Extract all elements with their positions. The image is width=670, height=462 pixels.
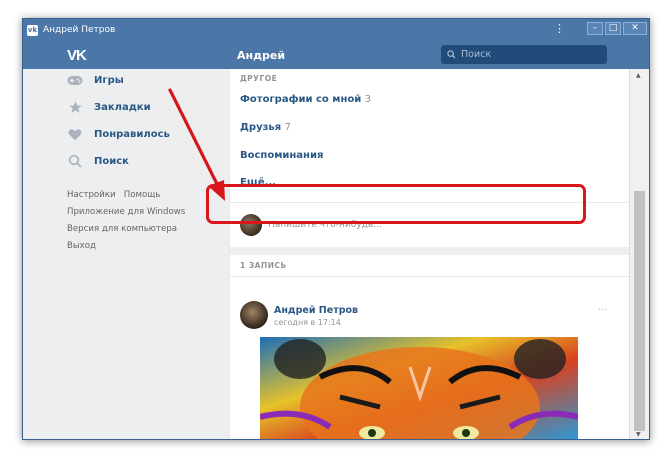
- sidebar-item-label: Понравилось: [94, 128, 170, 140]
- scrollbar-thumb[interactable]: [634, 191, 645, 431]
- search-icon: [67, 153, 83, 169]
- sidebar-footer-links: Настройки Помощь Приложение для Windows …: [67, 187, 185, 255]
- vk-logo[interactable]: VK: [67, 47, 87, 64]
- menu-item-count: 7: [284, 122, 291, 133]
- top-header: VK Андрей Поиск: [23, 41, 649, 69]
- main-content: ДРУГОЕ Фотографии со мной 3 Друзья 7 Вос…: [229, 69, 631, 439]
- section-gap: [230, 247, 630, 255]
- gamepad-icon: [67, 72, 83, 88]
- sidebar-item-label: Закладки: [94, 101, 151, 113]
- maximize-button[interactable]: □: [605, 22, 621, 35]
- app-window: vk Андрей Петров ⋮ – □ ✕ VK Андрей Поиск…: [22, 18, 650, 440]
- page-title: Андрей: [237, 49, 286, 62]
- menu-item-label: Фотографии со мной: [240, 94, 362, 105]
- help-link[interactable]: Помощь: [124, 190, 161, 200]
- more-options-icon[interactable]: ···: [598, 303, 609, 316]
- logout-link[interactable]: Выход: [67, 238, 185, 255]
- sidebar-item-label: Поиск: [94, 155, 129, 167]
- menu-item-friends[interactable]: Друзья 7: [240, 122, 291, 133]
- window-menu-icon[interactable]: ⋮: [554, 23, 565, 34]
- settings-link[interactable]: Настройки: [67, 190, 116, 200]
- highlight-box: [206, 184, 586, 224]
- window-title: Андрей Петров: [43, 25, 116, 35]
- sidebar: Игры Закладки Понравилось Поиск Настройк…: [23, 69, 229, 439]
- section-header-other: ДРУГОЕ: [240, 74, 278, 83]
- menu-item-memories[interactable]: Воспоминания: [240, 150, 323, 161]
- sidebar-item-bookmarks[interactable]: Закладки: [67, 96, 151, 118]
- minimize-button[interactable]: –: [587, 22, 603, 35]
- scroll-down-icon[interactable]: ▼: [636, 431, 641, 438]
- menu-item-photos[interactable]: Фотографии со мной 3: [240, 94, 371, 105]
- divider: [230, 276, 630, 277]
- posts-count-header: 1 ЗАПИСЬ: [240, 261, 287, 270]
- post-time[interactable]: сегодня в 17:14: [274, 318, 341, 327]
- avatar[interactable]: [240, 301, 268, 329]
- sidebar-item-games[interactable]: Игры: [67, 69, 124, 91]
- search-placeholder: Поиск: [461, 49, 492, 60]
- search-icon: [447, 50, 456, 59]
- menu-item-label: Друзья: [240, 122, 282, 133]
- close-button[interactable]: ✕: [623, 22, 647, 35]
- sidebar-item-liked[interactable]: Понравилось: [67, 123, 170, 145]
- sidebar-item-label: Игры: [94, 74, 124, 86]
- post-author[interactable]: Андрей Петров: [274, 305, 358, 316]
- post-image[interactable]: [260, 337, 578, 439]
- search-input[interactable]: Поиск: [441, 45, 607, 64]
- scroll-up-icon[interactable]: ▲: [636, 72, 641, 79]
- desktop-version-link[interactable]: Версия для компьютера: [67, 221, 185, 238]
- windows-app-link[interactable]: Приложение для Windows: [67, 204, 185, 221]
- sidebar-item-search[interactable]: Поиск: [67, 150, 129, 172]
- menu-item-label: Воспоминания: [240, 150, 324, 161]
- heart-icon: [67, 126, 83, 142]
- vk-app-icon: vk: [27, 24, 38, 36]
- scrollbar[interactable]: ▲ ▼: [629, 69, 649, 439]
- menu-item-count: 3: [364, 94, 372, 105]
- title-bar: vk Андрей Петров ⋮ – □ ✕: [23, 19, 649, 41]
- star-icon: [67, 99, 83, 115]
